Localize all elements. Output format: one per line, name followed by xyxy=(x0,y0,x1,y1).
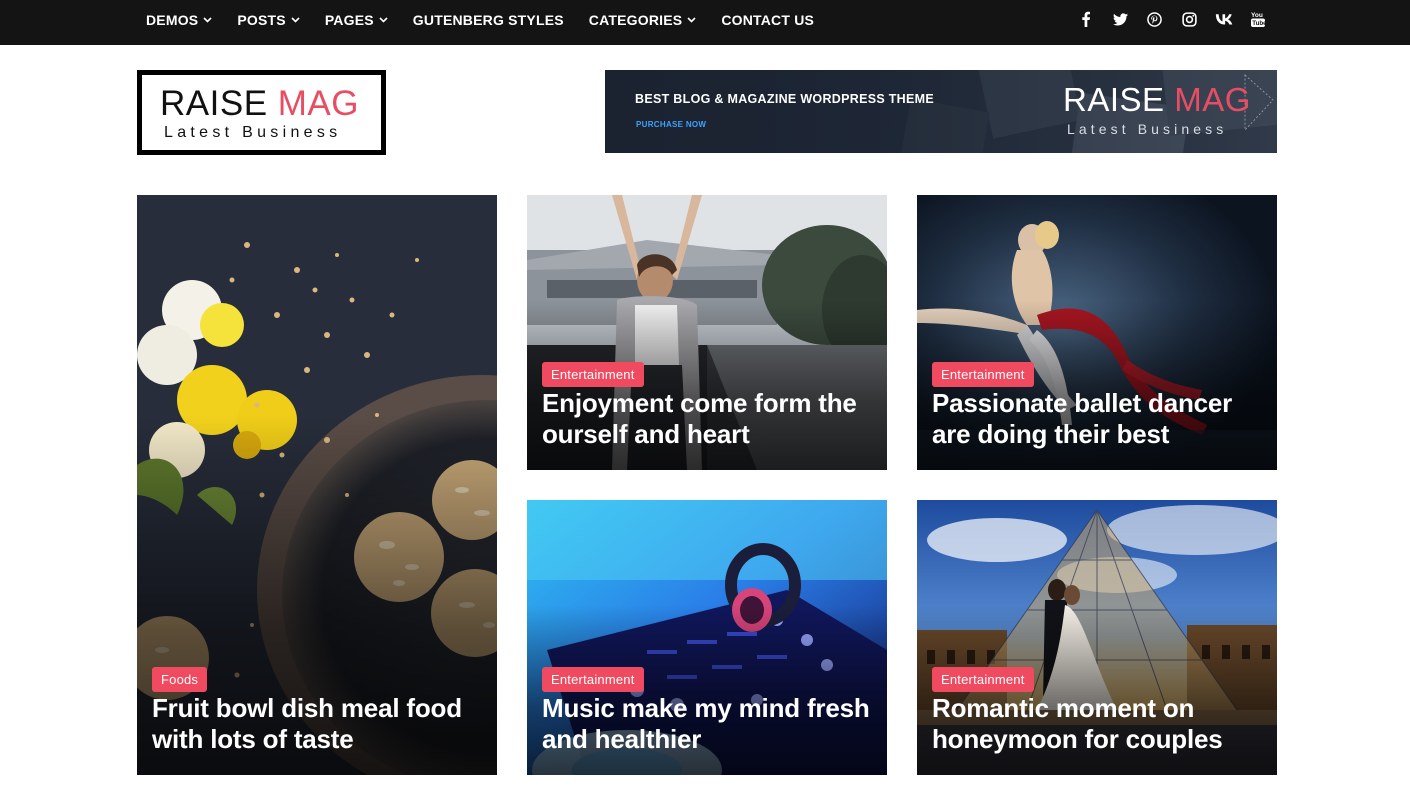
logo-title: RAISE MAG xyxy=(160,84,359,124)
chevron-down-icon xyxy=(203,17,212,23)
banner-purchase-link[interactable]: PURCHASE NOW xyxy=(636,120,706,129)
post-card-music[interactable]: Entertainment Music make my mind fresh a… xyxy=(527,500,887,775)
social-links: You Tube xyxy=(1060,10,1267,28)
menu-item-label: PAGES xyxy=(324,12,374,28)
svg-text:You: You xyxy=(1251,12,1263,19)
menu-item-categories[interactable]: CATEGORIES xyxy=(589,12,697,28)
vk-icon[interactable] xyxy=(1215,10,1233,28)
chevron-down-icon xyxy=(291,17,300,23)
menu-item-label: CONTACT US xyxy=(721,12,815,28)
post-title[interactable]: Music make my mind fresh and healthier xyxy=(542,693,877,755)
logo-title-part2: MAG xyxy=(277,84,360,123)
post-title[interactable]: Fruit bowl dish meal food with lots of t… xyxy=(152,693,487,755)
logo-title-part1: RAISE xyxy=(160,84,268,123)
category-badge[interactable]: Entertainment xyxy=(932,667,1034,692)
post-card-enjoyment[interactable]: Entertainment Enjoyment come form the ou… xyxy=(527,195,887,470)
menu-item-contact-us[interactable]: CONTACT US xyxy=(721,12,814,28)
post-title[interactable]: Enjoyment come form the ourself and hear… xyxy=(542,388,877,450)
post-card-ballet[interactable]: Entertainment Passionate ballet dancer a… xyxy=(917,195,1277,470)
svg-text:Tube: Tube xyxy=(1252,20,1265,27)
ad-banner[interactable]: BEST BLOG & MAGAZINE WORDPRESS THEME PUR… xyxy=(605,70,1277,153)
banner-logo-title: RAISE MAG xyxy=(1063,81,1251,119)
banner-logo-part1: RAISE xyxy=(1063,81,1165,118)
banner-headline: BEST BLOG & MAGAZINE WORDPRESS THEME xyxy=(635,92,935,106)
post-card-food[interactable]: Foods Fruit bowl dish meal food with lot… xyxy=(137,195,497,775)
facebook-icon[interactable] xyxy=(1077,10,1095,28)
menu-item-posts[interactable]: POSTS xyxy=(237,12,300,28)
chevron-down-icon xyxy=(379,17,388,23)
instagram-icon[interactable] xyxy=(1180,10,1198,28)
post-title[interactable]: Romantic moment on honeymoon for couples xyxy=(932,693,1267,755)
menu-item-label: POSTS xyxy=(237,12,286,28)
category-badge[interactable]: Entertainment xyxy=(932,362,1034,387)
chevron-down-icon xyxy=(687,17,696,23)
twitter-icon[interactable] xyxy=(1111,10,1129,28)
banner-logo-tagline: Latest Business xyxy=(1067,121,1228,137)
category-badge[interactable]: Entertainment xyxy=(542,362,644,387)
menu-item-label: CATEGORIES xyxy=(588,12,683,28)
youtube-icon[interactable]: You Tube xyxy=(1249,10,1267,28)
logo-tagline: Latest Business xyxy=(164,124,342,141)
menu-item-label: GUTENBERG STYLES xyxy=(412,12,564,28)
post-card-honeymoon[interactable]: Entertainment Romantic moment on honeymo… xyxy=(917,500,1277,775)
top-navigation-bar: DEMOS POSTS PAGES GUTENBERG STYLES CATEG… xyxy=(0,0,1410,45)
category-badge[interactable]: Entertainment xyxy=(542,667,644,692)
banner-logo-part2: MAG xyxy=(1174,81,1251,118)
main-menu: DEMOS POSTS PAGES GUTENBERG STYLES CATEG… xyxy=(146,0,839,40)
site-logo[interactable]: RAISE MAG Latest Business xyxy=(137,70,386,155)
post-title[interactable]: Passionate ballet dancer are doing their… xyxy=(932,388,1267,450)
menu-item-pages[interactable]: PAGES xyxy=(325,12,388,28)
category-badge[interactable]: Foods xyxy=(152,667,208,692)
pinterest-icon[interactable] xyxy=(1146,10,1164,28)
menu-item-label: DEMOS xyxy=(146,12,199,28)
menu-item-gutenberg-styles[interactable]: GUTENBERG STYLES xyxy=(413,12,564,28)
menu-item-demos[interactable]: DEMOS xyxy=(146,12,212,28)
